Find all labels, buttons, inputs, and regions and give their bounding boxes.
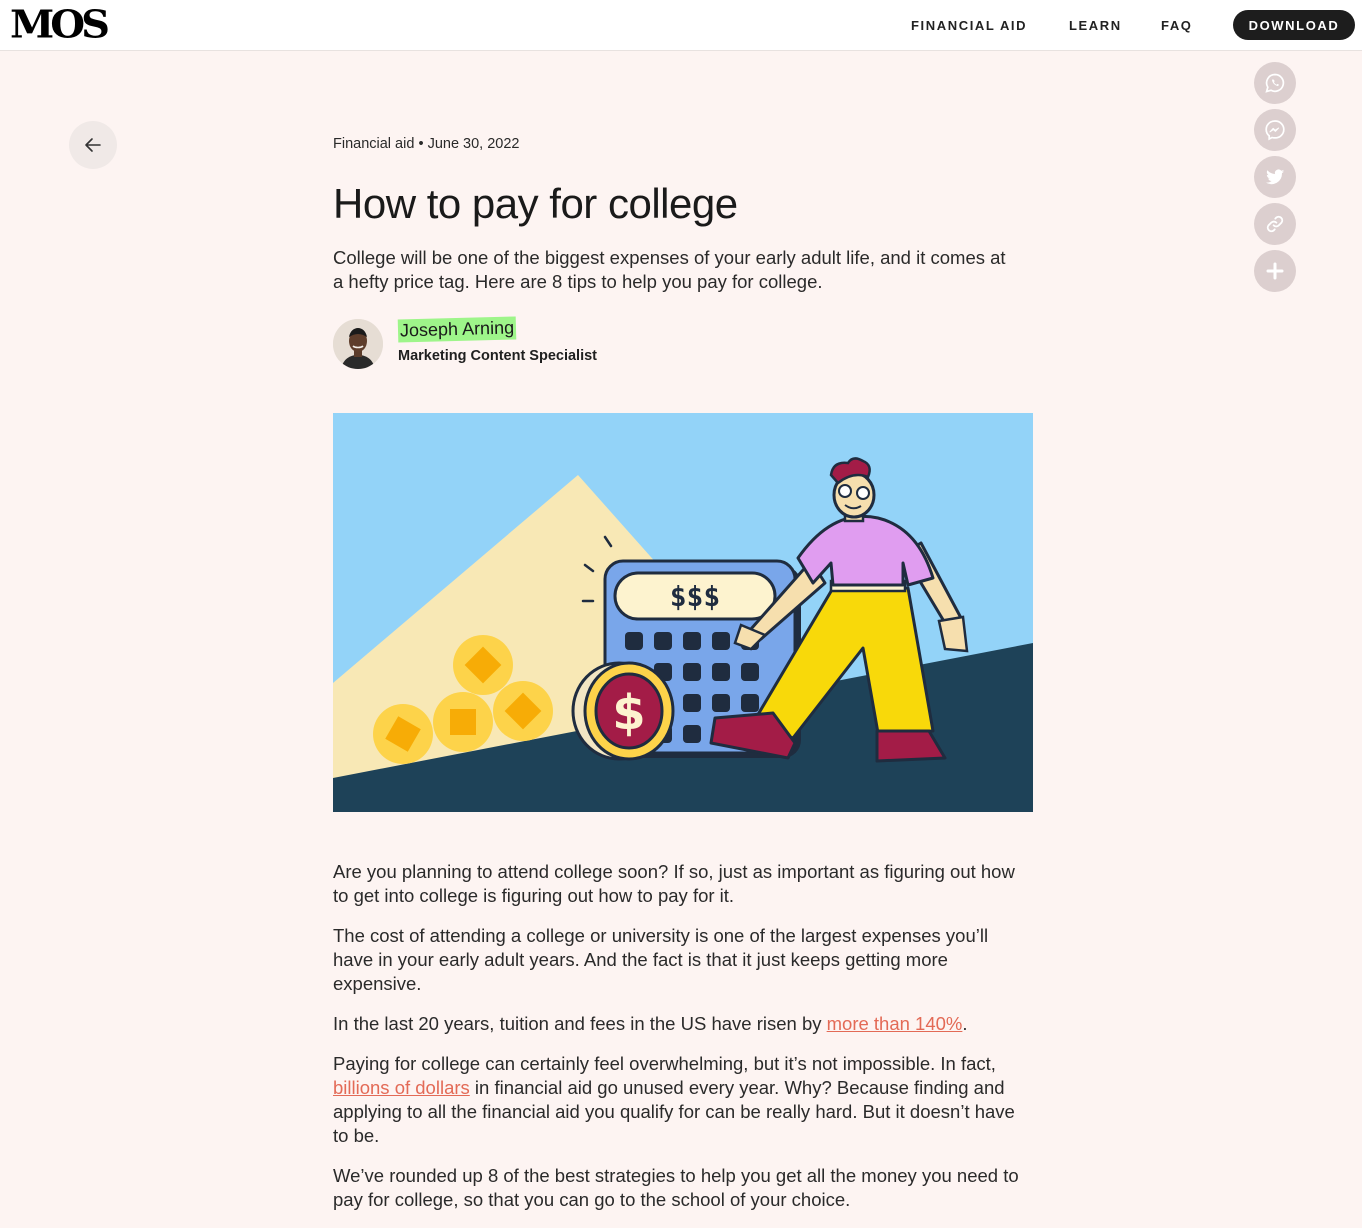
calculator-display-text: $$$	[670, 580, 721, 613]
site-header: MOS FINANCIAL AID LEARN FAQ DOWNLOAD	[0, 0, 1362, 51]
messenger-icon	[1265, 120, 1285, 141]
mos-logo[interactable]: MOS	[10, 5, 110, 45]
share-more-button[interactable]	[1254, 250, 1296, 292]
nav-link-financial-aid[interactable]: FINANCIAL AID	[911, 18, 1027, 33]
paragraph: Are you planning to attend college soon?…	[333, 861, 1015, 906]
share-copy-link-button[interactable]	[1254, 203, 1296, 245]
plus-icon	[1266, 262, 1284, 280]
nav-link-learn[interactable]: LEARN	[1069, 18, 1122, 33]
article-meta: Financial aid • June 30, 2022	[333, 136, 519, 152]
article-category[interactable]: Financial aid	[333, 136, 414, 152]
twitter-icon	[1265, 169, 1285, 185]
paragraph-text: Paying for college can certainly feel ov…	[333, 1053, 996, 1074]
author-name[interactable]: Joseph Arning	[397, 316, 517, 343]
whatsapp-icon	[1265, 73, 1285, 93]
nav-financial-aid: FINANCIAL AID	[911, 0, 1027, 50]
article-title: How to pay for college	[333, 180, 738, 227]
svg-text:$: $	[612, 685, 645, 741]
nav-learn: LEARN	[1069, 0, 1122, 50]
paragraph: We’ve rounded up 8 of the best strategie…	[333, 1165, 1019, 1210]
article-lede: College will be one of the biggest expen…	[333, 247, 1006, 292]
unused-aid-link[interactable]: billions of dollars	[333, 1077, 470, 1098]
nav-link-faq[interactable]: FAQ	[1161, 18, 1193, 33]
share-twitter-button[interactable]	[1254, 156, 1296, 198]
paragraph: In the last 20 years, tuition and fees i…	[333, 1012, 1033, 1036]
link-icon	[1266, 215, 1284, 233]
meta-separator: •	[418, 136, 428, 152]
back-button[interactable]	[69, 121, 117, 169]
author-role: Marketing Content Specialist	[398, 348, 598, 364]
nav-faq: FAQ	[1161, 0, 1193, 50]
hero-illustration: $$$ $	[333, 413, 1033, 812]
paragraph: The cost of attending a college or unive…	[333, 925, 989, 994]
arrow-left-icon	[85, 138, 101, 152]
share-messenger-button[interactable]	[1254, 109, 1296, 151]
paragraph: Paying for college can certainly feel ov…	[333, 1052, 1033, 1148]
paragraph-text: .	[962, 1013, 968, 1034]
tuition-increase-link[interactable]: more than 140%	[827, 1013, 963, 1034]
article-body: Are you planning to attend college soon?…	[333, 860, 1033, 1228]
article-date: June 30, 2022	[427, 136, 520, 152]
share-whatsapp-button[interactable]	[1254, 62, 1296, 104]
download-button[interactable]: DOWNLOAD	[1233, 10, 1355, 40]
paragraph-text: In the last 20 years, tuition and fees i…	[333, 1013, 827, 1034]
author-avatar	[333, 319, 383, 369]
